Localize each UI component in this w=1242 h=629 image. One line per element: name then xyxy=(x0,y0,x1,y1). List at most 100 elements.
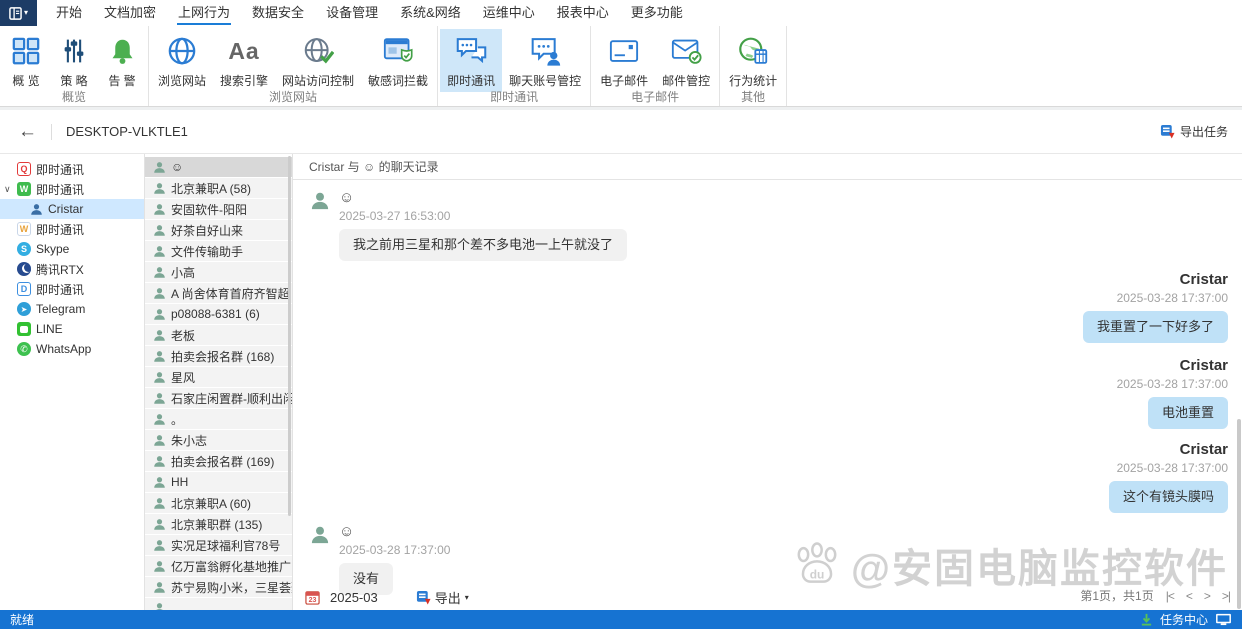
ribbon-button[interactable]: 概 览 xyxy=(2,29,50,92)
scrollbar-thumb[interactable] xyxy=(1237,419,1241,609)
contact-row[interactable]: 。 xyxy=(145,409,292,429)
contacts-scrollbar[interactable] xyxy=(288,156,291,516)
sidebar-item[interactable]: ➤Telegram xyxy=(0,299,144,319)
ribbon-button-label: 邮件管控 xyxy=(662,72,710,89)
contact-row[interactable]: 实况足球福利官78号 xyxy=(145,535,292,555)
app-menu-button[interactable]: ▾ xyxy=(0,0,37,26)
statusbar-right: 任务中心 xyxy=(1140,611,1232,628)
contact-name: 北京兼职A (60) xyxy=(171,495,251,512)
contact-row[interactable]: 文件传输助手 xyxy=(145,241,292,261)
person-blue-icon xyxy=(30,203,48,216)
menu-item-1[interactable]: 开始 xyxy=(45,0,93,26)
ribbon-group-label: 电子邮件 xyxy=(591,88,719,105)
last-page-button[interactable]: >| xyxy=(1222,589,1230,603)
ribbon-button[interactable]: 策 略 xyxy=(50,29,98,92)
export-task-button[interactable]: 导出任务 xyxy=(1160,123,1228,140)
menu-item-5[interactable]: 设备管理 xyxy=(315,0,389,26)
message-time: 2025-03-28 17:37:00 xyxy=(339,543,450,558)
calendar-icon[interactable]: 23 xyxy=(305,590,320,605)
sidebar-item[interactable]: SSkype xyxy=(0,239,144,259)
ribbon-button[interactable]: Aa搜索引擎 xyxy=(213,29,275,92)
ribbon-group: 即时通讯聊天账号管控即时通讯 xyxy=(438,26,591,106)
contact-row[interactable]: 拍卖会报名群 (168) xyxy=(145,346,292,366)
ribbon-button[interactable]: 行为统计 xyxy=(722,29,784,92)
sidebar-item[interactable]: LINE xyxy=(0,319,144,339)
contact-row[interactable]: 亿万富翁孵化基地推广 (3... xyxy=(145,556,292,576)
person-icon xyxy=(153,182,171,195)
contact-row[interactable]: 朱小志 xyxy=(145,430,292,450)
expand-chevron-icon[interactable]: ∨ xyxy=(4,184,11,195)
ribbon-button[interactable]: 邮件管控 xyxy=(655,29,717,92)
contact-row[interactable]: 苏宁易购小米，三星荟聚购... xyxy=(145,577,292,597)
sidebar-item[interactable]: Cristar xyxy=(0,199,144,219)
next-page-button[interactable]: > xyxy=(1204,589,1210,603)
contact-row[interactable]: p08088-6381 (6) xyxy=(145,304,292,324)
navbar-divider xyxy=(51,124,52,140)
status-bar: 就绪 任务中心 xyxy=(0,610,1242,629)
contact-row[interactable]: 北京兼职群 (135) xyxy=(145,514,292,534)
overview-grid-icon xyxy=(11,33,41,69)
contact-name: 安固软件-阳阳 xyxy=(171,201,247,218)
menu-item-7[interactable]: 运维中心 xyxy=(472,0,546,26)
prev-page-button[interactable]: < xyxy=(1186,589,1192,603)
sidebar-item[interactable]: ✆WhatsApp xyxy=(0,339,144,359)
menu-item-2[interactable]: 文档加密 xyxy=(93,0,167,26)
wechat-green-icon: W xyxy=(17,182,36,196)
chat-scrollbar[interactable] xyxy=(1236,181,1242,610)
contact-row[interactable]: 小高 xyxy=(145,262,292,282)
export-task-label: 导出任务 xyxy=(1180,123,1228,140)
sidebar-item[interactable]: ∨W即时通讯 xyxy=(0,179,144,199)
ribbon-button-label: 告 警 xyxy=(108,72,135,89)
sidebar-item[interactable]: D即时通讯 xyxy=(0,279,144,299)
ribbon-button[interactable]: 聊天账号管控 xyxy=(502,29,588,92)
person-icon xyxy=(153,245,171,258)
contact-name: 星风 xyxy=(171,369,195,386)
contact-row[interactable]: A 尚舍体育首府齐智超 xyxy=(145,283,292,303)
contact-row[interactable]: 星风 xyxy=(145,367,292,387)
contact-row[interactable]: 拍卖会报名群 (169) xyxy=(145,451,292,471)
browse-globe-icon xyxy=(167,33,197,69)
first-page-button[interactable]: |< xyxy=(1166,589,1174,603)
contact-row[interactable]: ☺ xyxy=(145,157,292,177)
navbar: ← DESKTOP-VLKTLE1 导出任务 xyxy=(0,110,1242,154)
message-bubble: 我之前用三星和那个差不多电池一上午就没了 xyxy=(339,229,627,261)
ribbon-button-label: 电子邮件 xyxy=(600,72,648,89)
monitor-icon[interactable] xyxy=(1215,613,1232,626)
menu-item-6[interactable]: 系统&网络 xyxy=(389,0,472,26)
ribbon-button-label: 即时通讯 xyxy=(447,72,495,89)
app-logo-icon xyxy=(9,7,22,20)
person-icon xyxy=(153,329,171,342)
menu-item-4[interactable]: 数据安全 xyxy=(241,0,315,26)
contact-row[interactable]: 好茶自好山来 xyxy=(145,220,292,240)
contact-row[interactable]: HH xyxy=(145,472,292,492)
sidebar-item[interactable]: W即时通讯 xyxy=(0,219,144,239)
person-icon xyxy=(153,371,171,384)
contact-row[interactable] xyxy=(145,598,292,610)
sidebar-item-label: WhatsApp xyxy=(36,342,91,356)
dingtalk-icon: D xyxy=(17,282,36,296)
task-center-button[interactable]: 任务中心 xyxy=(1160,611,1208,628)
sidebar-item[interactable]: 腾讯RTX xyxy=(0,259,144,279)
avatar xyxy=(310,191,330,261)
contact-name: 石家庄闲置群-顺利出闲置 (... xyxy=(171,390,292,407)
contact-row[interactable]: 安固软件-阳阳 xyxy=(145,199,292,219)
menu-item-8[interactable]: 报表中心 xyxy=(546,0,620,26)
sidebar-item[interactable]: Q即时通讯 xyxy=(0,159,144,179)
ribbon-button[interactable]: 告 警 xyxy=(98,29,146,92)
alert-bell-icon xyxy=(108,33,137,69)
contact-row[interactable]: 石家庄闲置群-顺利出闲置 (... xyxy=(145,388,292,408)
ribbon-button[interactable]: 浏览网站 xyxy=(151,29,213,92)
ribbon-button[interactable]: 电子邮件 xyxy=(593,29,655,92)
menu-item-3[interactable]: 上网行为 xyxy=(167,0,241,26)
contact-row[interactable]: 老板 xyxy=(145,325,292,345)
ribbon-button[interactable]: 即时通讯 xyxy=(440,29,502,92)
back-button[interactable]: ← xyxy=(18,122,37,141)
contact-row[interactable]: 北京兼职A (60) xyxy=(145,493,292,513)
ribbon-button[interactable]: 网站访问控制 xyxy=(275,29,361,92)
ribbon-button[interactable]: 敏感词拦截 xyxy=(361,29,435,92)
contact-row[interactable]: 北京兼职A (58) xyxy=(145,178,292,198)
date-filter[interactable]: 2025-03 xyxy=(330,590,378,605)
menu-item-9[interactable]: 更多功能 xyxy=(620,0,694,26)
export-button[interactable]: 导出 ▾ xyxy=(416,588,469,607)
person-icon xyxy=(153,560,171,573)
